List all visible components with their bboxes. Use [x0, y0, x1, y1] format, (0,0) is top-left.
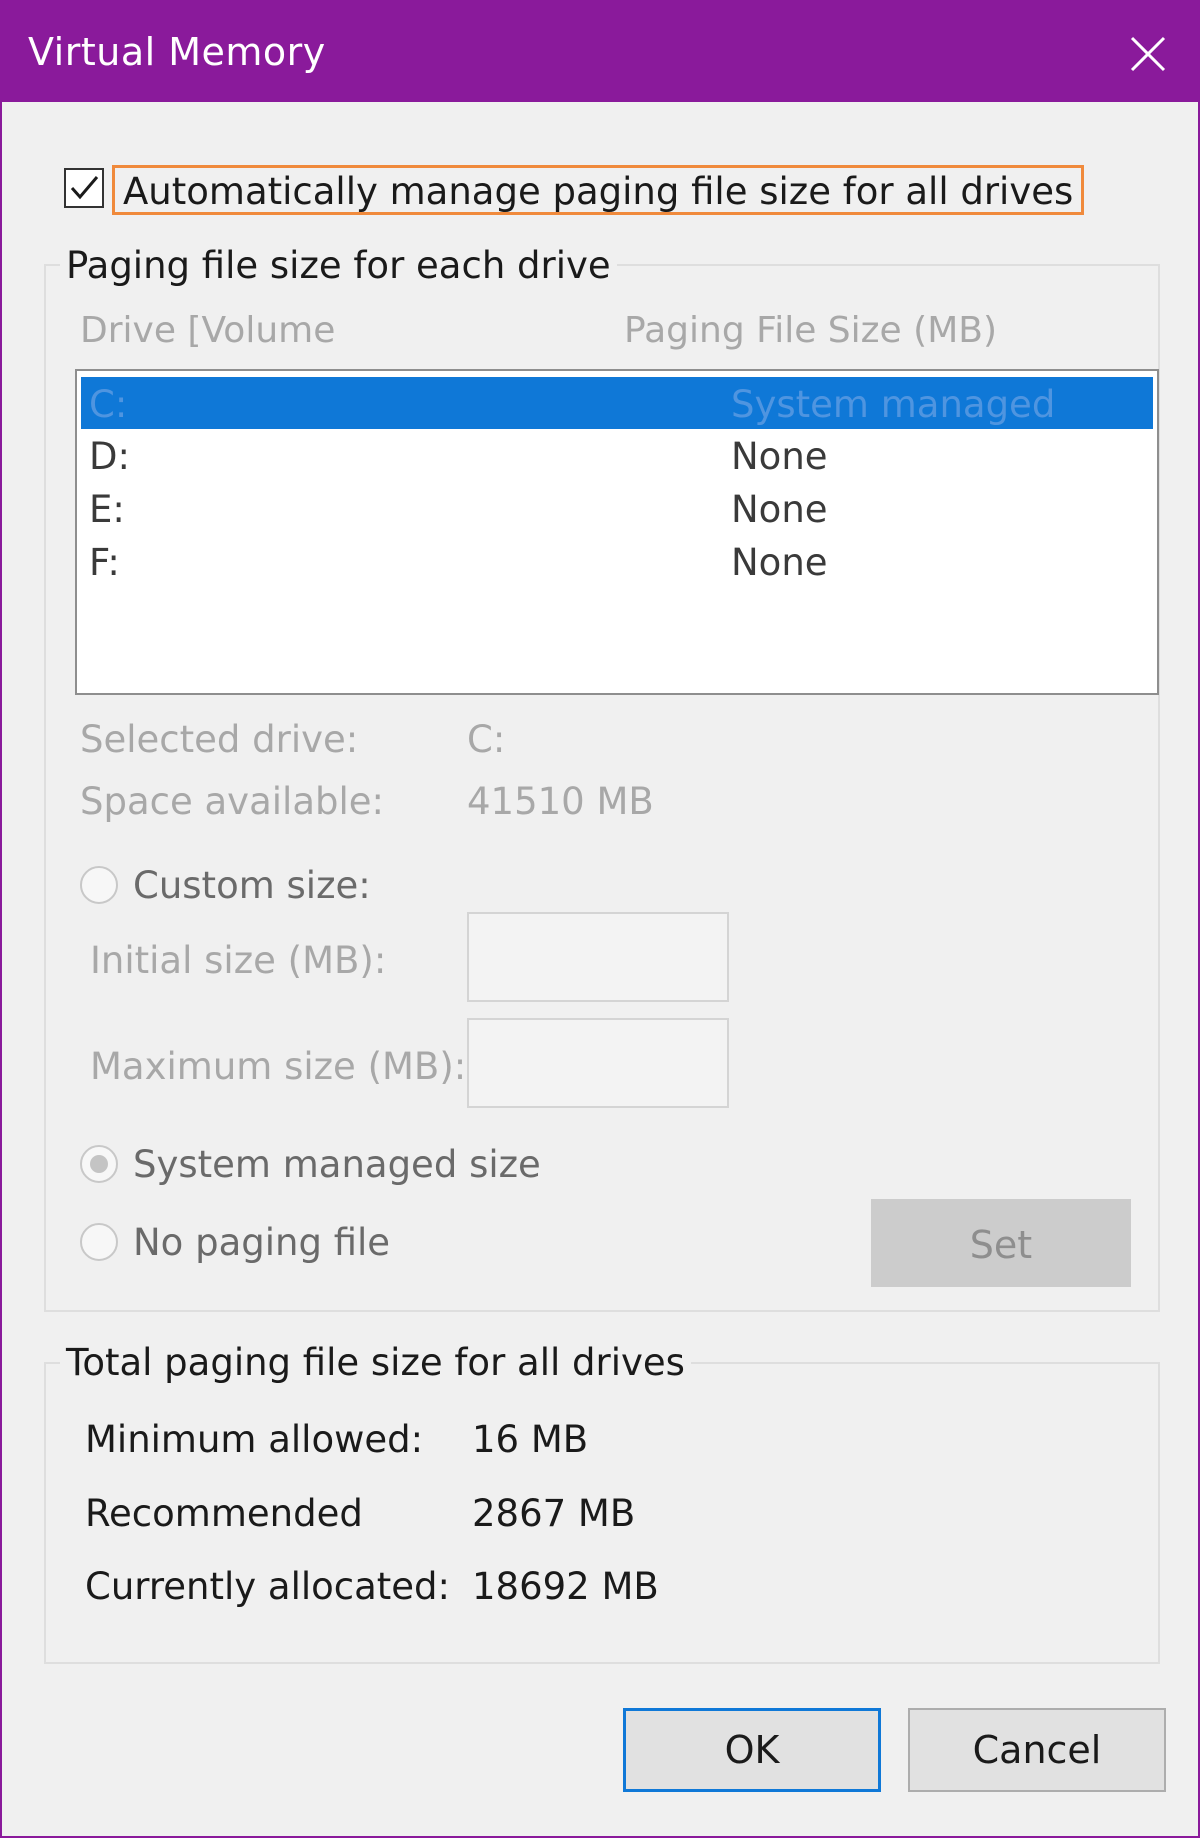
currently-allocated-value: 18692 MB — [472, 1565, 659, 1608]
auto-manage-label[interactable]: Automatically manage paging file size fo… — [112, 165, 1085, 215]
cancel-button[interactable]: Cancel — [908, 1708, 1166, 1792]
drive-letter: D: — [89, 435, 130, 478]
drive-row-c[interactable]: C: System managed — [81, 377, 1153, 429]
selected-drive-label: Selected drive: — [80, 718, 359, 761]
selected-drive-value: C: — [467, 718, 506, 761]
checkmark-icon — [70, 176, 99, 200]
drive-row-d[interactable]: D: None — [81, 429, 1153, 481]
window-title: Virtual Memory — [28, 30, 326, 74]
drive-letter: E: — [89, 488, 125, 531]
close-icon — [1130, 36, 1166, 72]
initial-size-input[interactable] — [467, 912, 729, 1002]
maximum-size-input[interactable] — [467, 1018, 729, 1108]
minimum-allowed-label: Minimum allowed: — [85, 1418, 424, 1461]
total-group-title: Total paging file size for all drives — [60, 1341, 691, 1384]
currently-allocated-label: Currently allocated: — [85, 1565, 451, 1608]
drive-paging-size: None — [731, 488, 828, 531]
drive-paging-size: None — [731, 541, 828, 584]
no-paging-radio[interactable] — [80, 1223, 118, 1261]
auto-manage-checkbox[interactable] — [64, 168, 104, 208]
drive-row-e[interactable]: E: None — [81, 482, 1153, 534]
drive-row-f[interactable]: F: None — [81, 535, 1153, 587]
system-managed-radio[interactable] — [80, 1145, 118, 1183]
custom-size-radio[interactable] — [80, 866, 118, 904]
recommended-label: Recommended — [85, 1492, 363, 1535]
minimum-allowed-value: 16 MB — [472, 1418, 589, 1461]
space-available-label: Space available: — [80, 780, 384, 823]
ok-button[interactable]: OK — [623, 1708, 881, 1792]
no-paging-label[interactable]: No paging file — [133, 1221, 390, 1264]
virtual-memory-dialog: Virtual Memory Automatically manage pagi… — [0, 0, 1200, 1838]
size-column-header: Paging File Size (MB) — [624, 310, 997, 351]
space-available-value: 41510 MB — [467, 780, 654, 823]
paging-group-title: Paging file size for each drive — [60, 244, 617, 287]
maximum-size-label: Maximum size (MB): — [90, 1045, 467, 1088]
close-button[interactable] — [1098, 2, 1198, 102]
set-button[interactable]: Set — [871, 1199, 1131, 1287]
drive-letter: C: — [89, 383, 128, 426]
system-managed-label[interactable]: System managed size — [133, 1143, 541, 1186]
initial-size-label: Initial size (MB): — [90, 939, 387, 982]
drive-column-header: Drive [Volume — [80, 310, 336, 351]
drive-letter: F: — [89, 541, 120, 584]
custom-size-label[interactable]: Custom size: — [133, 864, 371, 907]
title-bar: Virtual Memory — [2, 2, 1198, 102]
drive-list[interactable]: C: System managed D: None E: None F: Non… — [75, 369, 1159, 695]
drive-paging-size: System managed — [731, 383, 1056, 426]
drive-paging-size: None — [731, 435, 828, 478]
recommended-value: 2867 MB — [472, 1492, 636, 1535]
